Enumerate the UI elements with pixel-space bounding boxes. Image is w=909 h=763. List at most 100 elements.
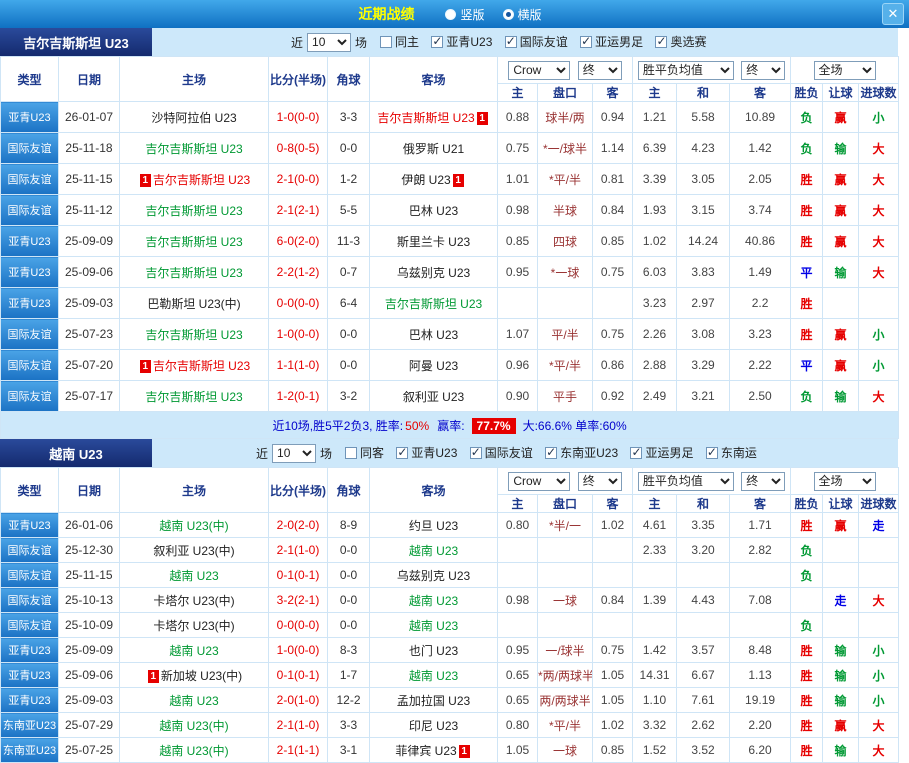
match-date: 25-10-09	[59, 613, 120, 638]
avg-draw-odds: 6.67	[677, 663, 730, 688]
goals-result-badge: 走	[859, 513, 899, 538]
away-team: 叙利亚 U23	[370, 381, 498, 412]
handicap-result-badge: 赢	[823, 195, 859, 226]
close-icon[interactable]: ✕	[882, 3, 904, 25]
avg-away-odds: 8.48	[730, 638, 791, 663]
filter-area-kyrgyzstan: 近 10 场 同主 亚青U23 国际友谊	[152, 28, 898, 56]
near-label: 近	[291, 34, 303, 51]
filter-checkbox[interactable]: 亚运男足	[630, 444, 693, 461]
filter-checkbox[interactable]: 国际友谊	[505, 33, 568, 50]
filter-checkbox[interactable]: 同主	[380, 33, 419, 50]
match-date: 26-01-06	[59, 513, 120, 538]
match-score: 2-0(2-0)	[269, 513, 328, 538]
corner-score: 12-2	[328, 688, 370, 713]
avg-away-odds: 2.2	[730, 288, 791, 319]
match-date: 25-07-20	[59, 350, 120, 381]
col-away: 客场	[370, 468, 498, 513]
match-count-select[interactable]: 10	[272, 444, 316, 463]
filter-label: 同主	[395, 33, 419, 50]
red-card-badge: 1	[140, 174, 151, 187]
filter-checkbox[interactable]: 同客	[345, 444, 384, 461]
avg-stage-select[interactable]: 终	[741, 472, 785, 491]
filter-checkbox[interactable]: 国际友谊	[470, 444, 533, 461]
red-card-badge: 1	[148, 670, 159, 683]
handicap-line: *半/一	[538, 513, 593, 538]
odds-company-select[interactable]: Crow	[508, 61, 570, 80]
result-badge: 负	[791, 563, 823, 588]
avg-draw-odds: 3.83	[677, 257, 730, 288]
avg-draw-odds: 3.05	[677, 164, 730, 195]
filter-label: 亚运男足	[645, 444, 693, 461]
layout-vertical-radio[interactable]: 竖版	[445, 6, 484, 23]
col-home: 主场	[120, 468, 269, 513]
checkbox-icon	[345, 447, 357, 459]
avg-home-odds: 2.88	[633, 350, 677, 381]
avg-odds-select[interactable]: 胜平负均值	[638, 61, 734, 80]
odds-company-select[interactable]: Crow	[508, 472, 570, 491]
col-goals-result: 进球数	[859, 84, 899, 102]
handicap-home-odds: 1.05	[498, 738, 538, 763]
handicap-home-odds: 0.98	[498, 195, 538, 226]
avg-draw-odds: 3.29	[677, 350, 730, 381]
handicap-away-odds	[593, 538, 633, 563]
col-score: 比分(半场)	[269, 468, 328, 513]
matches-table-vietnam: 类型 日期 主场 比分(半场) 角球 客场 Crow 终 胜平负均值 终 全场 …	[0, 467, 899, 763]
result-badge: 负	[791, 381, 823, 412]
fullmatch-select[interactable]: 全场	[814, 472, 876, 491]
summary-handicap-rate: 77.7%	[472, 418, 516, 434]
filter-label: 同客	[360, 444, 384, 461]
match-type: 国际友谊	[1, 350, 59, 381]
avg-stage-select[interactable]: 终	[741, 61, 785, 80]
avg-draw-odds: 5.58	[677, 102, 730, 133]
match-date: 25-10-13	[59, 588, 120, 613]
avg-away-odds: 3.74	[730, 195, 791, 226]
handicap-away-odds: 0.75	[593, 319, 633, 350]
filter-checkbox[interactable]: 东南亚U23	[545, 444, 618, 461]
goals-result-badge: 大	[859, 381, 899, 412]
avg-home-odds: 3.39	[633, 164, 677, 195]
handicap-line: *一/球半	[538, 133, 593, 164]
filter-checkbox[interactable]: 奥选赛	[655, 33, 706, 50]
handicap-home-odds	[498, 613, 538, 638]
odds-stage-select[interactable]: 终	[578, 472, 622, 491]
handicap-result-badge: 赢	[823, 319, 859, 350]
avg-away-odds: 40.86	[730, 226, 791, 257]
layout-horizontal-radio[interactable]: 横版	[503, 6, 542, 23]
corner-score: 0-0	[328, 319, 370, 350]
handicap-away-odds: 0.92	[593, 381, 633, 412]
match-row: 亚青U23 25-09-09 吉尔吉斯斯坦 U23 6-0(2-0) 11-3 …	[1, 226, 899, 257]
odds-stage-select[interactable]: 终	[578, 61, 622, 80]
avg-draw-odds: 2.62	[677, 713, 730, 738]
match-row: 国际友谊 25-11-15 1吉尔吉斯斯坦 U23 2-1(0-0) 1-2 伊…	[1, 164, 899, 195]
away-team: 吉尔吉斯斯坦 U231	[370, 102, 498, 133]
handicap-line: 平手	[538, 381, 593, 412]
match-row: 国际友谊 25-10-13 卡塔尔 U23(中) 3-2(2-1) 0-0 越南…	[1, 588, 899, 613]
goals-result-badge: 小	[859, 663, 899, 688]
filter-checkbox[interactable]: 亚运男足	[580, 33, 643, 50]
filter-checkbox[interactable]: 东南运	[706, 444, 757, 461]
filter-checkbox[interactable]: 亚青U23	[431, 33, 492, 50]
summary-over-rate: 大:66.6% 单率:60%	[523, 419, 627, 433]
home-team: 吉尔吉斯斯坦 U23	[120, 381, 269, 412]
away-team: 俄罗斯 U21	[370, 133, 498, 164]
match-score: 0-0(0-0)	[269, 613, 328, 638]
home-team: 越南 U23(中)	[120, 513, 269, 538]
away-team: 约旦 U23	[370, 513, 498, 538]
filter-checkbox[interactable]: 亚青U23	[396, 444, 457, 461]
away-team: 印尼 U23	[370, 713, 498, 738]
avg-draw-odds: 3.35	[677, 513, 730, 538]
match-count-select[interactable]: 10	[307, 33, 351, 52]
match-score: 2-2(1-2)	[269, 257, 328, 288]
avg-draw-odds: 3.08	[677, 319, 730, 350]
match-date: 25-11-12	[59, 195, 120, 226]
avg-away-odds: 2.20	[730, 713, 791, 738]
avg-odds-select[interactable]: 胜平负均值	[638, 472, 734, 491]
avg-home-odds: 1.02	[633, 226, 677, 257]
corner-score: 0-0	[328, 133, 370, 164]
home-team: 越南 U23(中)	[120, 713, 269, 738]
home-team: 越南 U23	[120, 638, 269, 663]
col-corner: 角球	[328, 57, 370, 102]
fullmatch-select[interactable]: 全场	[814, 61, 876, 80]
fullmatch-header-cell: 全场	[791, 57, 899, 84]
avg-header-cell: 胜平负均值 终	[633, 57, 791, 84]
